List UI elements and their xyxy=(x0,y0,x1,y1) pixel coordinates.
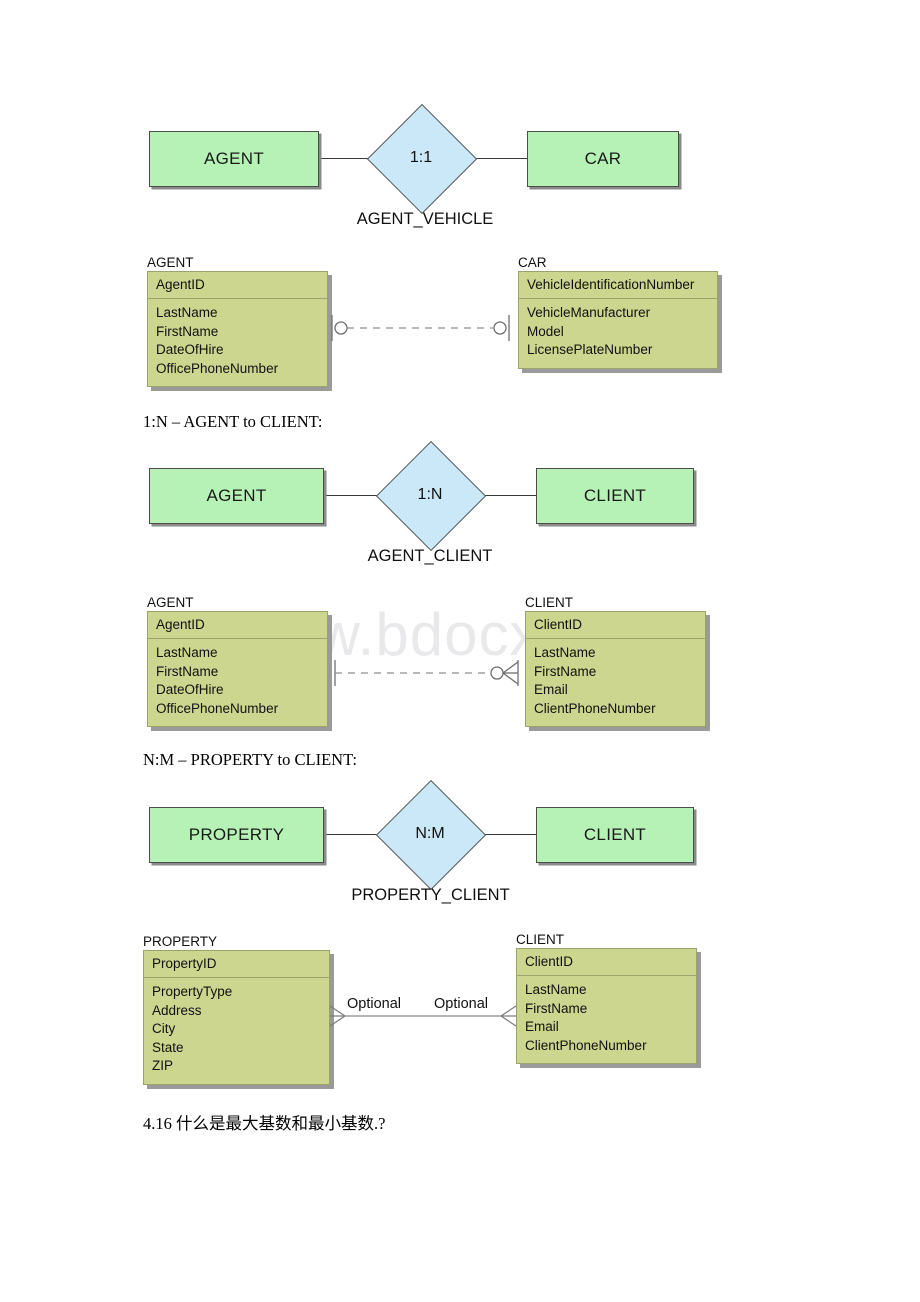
primary-key-row: AgentID xyxy=(148,612,327,639)
attribute-table-agent-1: AgentID LastName FirstName DateOfHire Of… xyxy=(147,271,328,387)
attribute-item: Email xyxy=(534,682,568,697)
entity-box-car-1: CAR xyxy=(527,131,679,187)
attribute-item: LastName xyxy=(534,645,596,660)
attribute-item: FirstName xyxy=(525,1000,588,1016)
connector-label-left-optional: Optional xyxy=(347,996,402,1012)
section-heading-1n: 1:N – AGENT to CLIENT: xyxy=(143,412,323,431)
entity-label: CLIENT xyxy=(583,486,647,505)
relationship-name-2: AGENT_CLIENT xyxy=(367,547,493,565)
section-heading-nm: N:M – PROPERTY to CLIENT: xyxy=(143,750,357,769)
attribute-item: ClientPhoneNumber xyxy=(525,1037,647,1053)
entity-box-property-3: PROPERTY xyxy=(149,807,324,863)
attribute-item: State xyxy=(152,1039,184,1055)
attribute-list: LastName FirstName DateOfHire OfficePhon… xyxy=(148,639,327,726)
attribute-list: VehicleManufacturer Model LicensePlateNu… xyxy=(519,299,717,368)
entity-box-agent-2: AGENT xyxy=(149,468,324,524)
attribute-item: Model xyxy=(527,323,564,339)
diamond-cardinality: 1:N xyxy=(417,486,443,503)
attribute-item: FirstName xyxy=(156,663,219,679)
primary-key-row: PropertyID xyxy=(144,951,329,978)
attribute-item: LastName xyxy=(525,982,587,997)
relationship-diamond-2: 1:N xyxy=(375,440,487,552)
attribute-item: Email xyxy=(525,1019,559,1034)
attribute-table-car-1: VehicleIdentificationNumber VehicleManuf… xyxy=(518,271,718,369)
attribute-item: LastName xyxy=(156,305,218,320)
attribute-item: VehicleManufacturer xyxy=(527,305,651,320)
entity-label: AGENT xyxy=(203,149,265,168)
table-title-car-1: CAR xyxy=(518,255,547,270)
attribute-table-agent-2: AgentID LastName FirstName DateOfHire Of… xyxy=(147,611,328,727)
relationship-diamond-1: 1:1 xyxy=(366,103,478,215)
attribute-table-client-3: ClientID LastName FirstName Email Client… xyxy=(516,948,697,1064)
table-title-property-3: PROPERTY xyxy=(143,934,218,949)
attribute-item: LicensePlateNumber xyxy=(527,342,653,357)
attribute-item: Address xyxy=(152,1002,202,1018)
attribute-item: LastName xyxy=(156,645,218,660)
table-title-agent-2: AGENT xyxy=(147,595,194,610)
diamond-cardinality: 1:1 xyxy=(409,149,433,166)
attribute-table-client-2: ClientID LastName FirstName Email Client… xyxy=(525,611,706,727)
footer-question: 4.16 什么是最大基数和最小基数.? xyxy=(143,1114,386,1133)
er-connector-1-1 xyxy=(331,315,510,341)
connector-label-right-optional: Optional xyxy=(434,996,489,1012)
attribute-item: DateOfHire xyxy=(156,342,224,357)
attribute-item: DateOfHire xyxy=(156,682,224,697)
attribute-item: ClientPhoneNumber xyxy=(534,700,656,716)
relationship-diamond-3: N:M xyxy=(375,779,487,891)
attribute-item: City xyxy=(152,1021,176,1036)
entity-box-client-3: CLIENT xyxy=(536,807,694,863)
table-title-client-2: CLIENT xyxy=(525,595,574,610)
attribute-item: OfficePhoneNumber xyxy=(156,700,279,716)
primary-key-row: AgentID xyxy=(148,272,327,299)
primary-key-row: ClientID xyxy=(517,949,696,976)
primary-key-row: ClientID xyxy=(526,612,705,639)
primary-key-row: VehicleIdentificationNumber xyxy=(519,272,717,299)
entity-box-agent-1: AGENT xyxy=(149,131,319,187)
document-page: www.bdocx.com AGENT 1:1 CAR AGENT_VEHICL… xyxy=(0,0,920,1302)
attribute-item: FirstName xyxy=(534,663,597,679)
attribute-list: PropertyType Address City State ZIP xyxy=(144,978,329,1084)
table-title-client-3: CLIENT xyxy=(516,932,565,947)
entity-label: CLIENT xyxy=(583,825,647,844)
attribute-item: PropertyType xyxy=(152,984,233,999)
attribute-item: OfficePhoneNumber xyxy=(156,360,279,376)
entity-label: AGENT xyxy=(206,486,267,505)
attribute-table-property-3: PropertyID PropertyType Address City Sta… xyxy=(143,950,330,1085)
er-connector-1-n xyxy=(334,660,519,686)
diamond-cardinality: N:M xyxy=(415,825,445,842)
attribute-item: FirstName xyxy=(156,323,219,339)
table-title-agent-1: AGENT xyxy=(147,255,194,270)
attribute-item: ZIP xyxy=(152,1058,174,1073)
entity-label: PROPERTY xyxy=(188,825,285,844)
attribute-list: LastName FirstName DateOfHire OfficePhon… xyxy=(148,299,327,386)
attribute-list: LastName FirstName Email ClientPhoneNumb… xyxy=(526,639,705,726)
attribute-list: LastName FirstName Email ClientPhoneNumb… xyxy=(517,976,696,1063)
entity-label: CAR xyxy=(584,149,622,168)
relationship-name-1: AGENT_VEHICLE xyxy=(356,210,494,228)
entity-box-client-2: CLIENT xyxy=(536,468,694,524)
relationship-name-3: PROPERTY_CLIENT xyxy=(351,886,510,904)
